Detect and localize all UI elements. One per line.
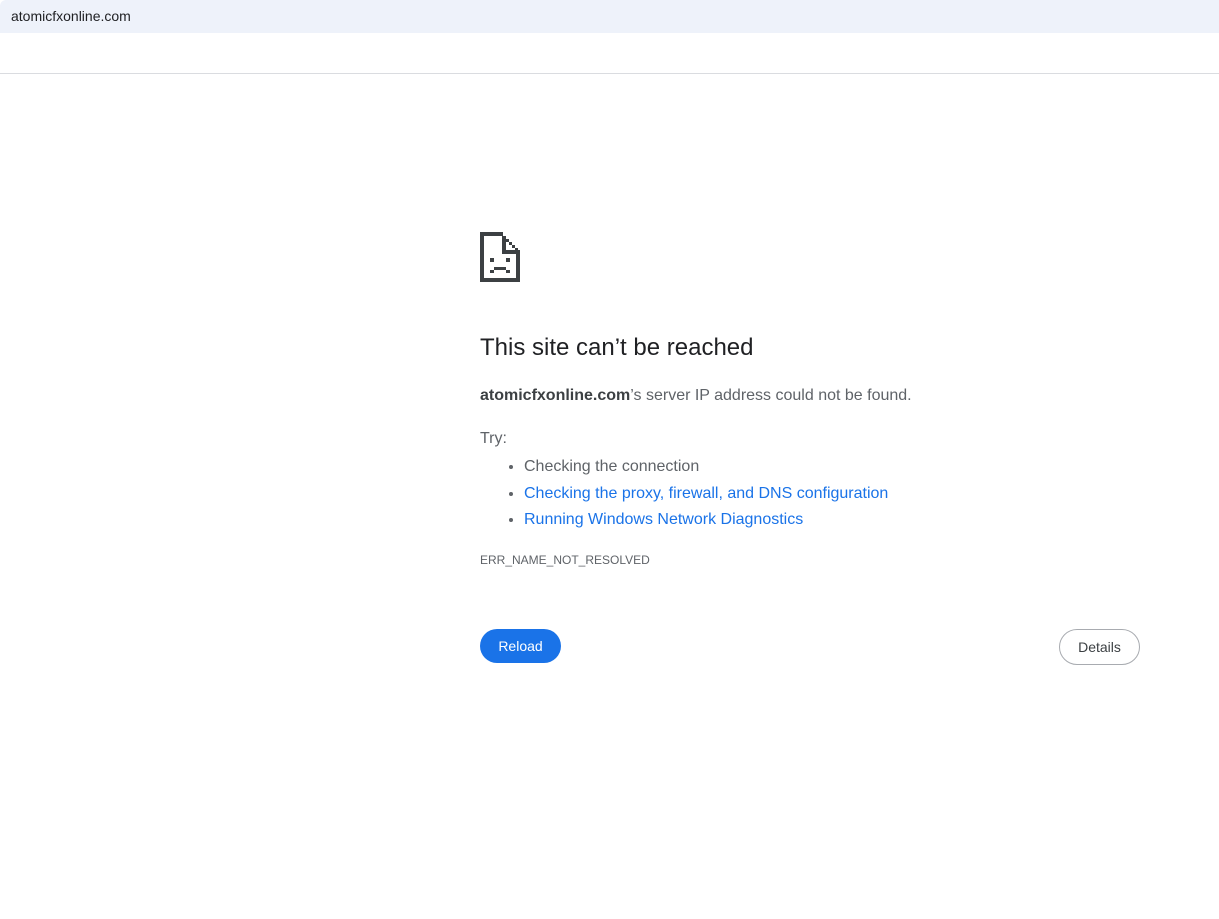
suggestion-check-connection: Checking the connection [524,458,700,475]
suggestion-list: Checking the connection Checking the pro… [480,454,888,534]
suggestion-proxy-link[interactable]: Checking the proxy, firewall, and DNS co… [524,485,888,502]
error-message: ’s server IP address could not be found. [630,387,912,404]
sad-page-icon [480,232,520,282]
reload-button[interactable]: Reload [480,629,561,663]
toolbar-divider [0,73,1219,74]
error-summary: atomicfxonline.com’s server IP address c… [480,385,912,407]
url-text[interactable]: atomicfxonline.com [11,7,131,25]
address-bar[interactable]: atomicfxonline.com [0,0,1219,33]
suggestion-item: Checking the proxy, firewall, and DNS co… [524,481,888,508]
error-code: ERR_NAME_NOT_RESOLVED [480,553,650,567]
suggestion-diagnostics-link[interactable]: Running Windows Network Diagnostics [524,511,803,528]
suggestion-item: Checking the connection [524,454,888,481]
details-button[interactable]: Details [1059,629,1140,665]
suggestion-item: Running Windows Network Diagnostics [524,507,888,534]
error-title: This site can’t be reached [480,334,754,361]
error-host: atomicfxonline.com [480,387,631,404]
try-label: Try: [480,430,507,447]
